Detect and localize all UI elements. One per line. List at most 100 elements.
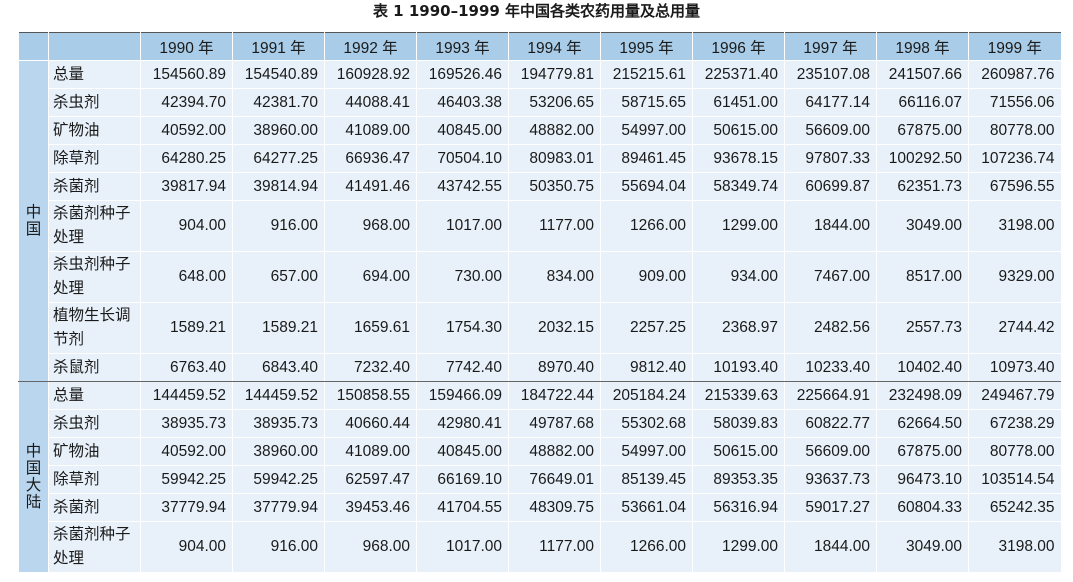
value-cell: 70504.10 xyxy=(416,144,509,173)
value-cell: 96473.10 xyxy=(876,465,969,494)
value-cell: 968.00 xyxy=(324,521,417,573)
value-cell: 7742.40 xyxy=(416,353,509,382)
value-cell: 60804.33 xyxy=(876,493,969,522)
value-cell: 80778.00 xyxy=(968,437,1061,466)
value-cell: 38960.00 xyxy=(232,116,325,145)
table-row: 杀菌剂种子处理 904.00 916.00 968.00 1017.00 1177.00 1… xyxy=(19,200,1061,252)
value-cell: 1299.00 xyxy=(692,200,785,252)
value-cell: 904.00 xyxy=(140,521,233,573)
value-cell: 694.00 xyxy=(324,251,417,303)
category-label: 总量 xyxy=(48,381,141,410)
group-mainland: 中国大陆 总量 144459.52 144459.52 150858.55 159466.… xyxy=(18,381,1061,573)
value-cell: 39453.46 xyxy=(324,493,417,522)
value-cell: 65242.35 xyxy=(968,493,1061,522)
value-cell: 61451.00 xyxy=(692,88,785,117)
value-cell: 42394.70 xyxy=(140,88,233,117)
value-cell: 1589.21 xyxy=(140,302,233,354)
table-row: 除草剂 64280.25 64277.25 66936.47 70504.10 80983… xyxy=(19,144,1061,173)
table-row: 中国 总量 154560.89 154540.89 160928.92 169526.46… xyxy=(18,60,1061,382)
value-cell: 66116.07 xyxy=(876,88,969,117)
value-cell: 40592.00 xyxy=(140,116,233,145)
value-cell: 54997.00 xyxy=(600,437,693,466)
value-cell: 38960.00 xyxy=(232,437,325,466)
value-cell: 40660.44 xyxy=(324,409,417,438)
table-row: 杀虫剂 38935.73 38935.73 40660.44 42980.41 49787… xyxy=(19,409,1061,438)
value-cell: 909.00 xyxy=(600,251,693,303)
value-cell: 150858.55 xyxy=(324,381,417,410)
value-cell: 10973.40 xyxy=(968,353,1061,382)
value-cell: 10193.40 xyxy=(692,353,785,382)
year-header: 1994 年 xyxy=(508,32,601,61)
value-cell: 160928.92 xyxy=(324,60,417,89)
year-header: 1996 年 xyxy=(692,32,785,61)
value-cell: 58715.65 xyxy=(600,88,693,117)
value-cell: 249467.79 xyxy=(968,381,1061,410)
value-cell: 241507.66 xyxy=(876,60,969,89)
value-cell: 657.00 xyxy=(232,251,325,303)
value-cell: 235107.08 xyxy=(784,60,877,89)
value-cell: 215339.63 xyxy=(692,381,785,410)
category-label: 杀虫剂 xyxy=(48,409,141,438)
header-blank-region xyxy=(18,32,49,61)
value-cell: 8517.00 xyxy=(876,251,969,303)
value-cell: 154560.89 xyxy=(140,60,233,89)
category-label: 杀菌剂种子处理 xyxy=(48,521,141,573)
value-cell: 89353.35 xyxy=(692,465,785,494)
value-cell: 37779.94 xyxy=(140,493,233,522)
value-cell: 225371.40 xyxy=(692,60,785,89)
value-cell: 6843.40 xyxy=(232,353,325,382)
value-cell: 144459.52 xyxy=(232,381,325,410)
value-cell: 1754.30 xyxy=(416,302,509,354)
value-cell: 53661.04 xyxy=(600,493,693,522)
value-cell: 42980.41 xyxy=(416,409,509,438)
value-cell: 64280.25 xyxy=(140,144,233,173)
value-cell: 1017.00 xyxy=(416,200,509,252)
value-cell: 59942.25 xyxy=(140,465,233,494)
value-cell: 1266.00 xyxy=(600,200,693,252)
value-cell: 50615.00 xyxy=(692,116,785,145)
region-label: 中国 xyxy=(18,60,49,382)
category-label: 杀菌剂种子处理 xyxy=(48,200,141,252)
value-cell: 154540.89 xyxy=(232,60,325,89)
year-header: 1995 年 xyxy=(600,32,693,61)
value-cell: 205184.24 xyxy=(600,381,693,410)
value-cell: 648.00 xyxy=(140,251,233,303)
table-title: 表 1 1990–1999 年中国各类农药用量及总用量 xyxy=(372,2,701,20)
value-cell: 834.00 xyxy=(508,251,601,303)
year-header: 1997 年 xyxy=(784,32,877,61)
value-cell: 64177.14 xyxy=(784,88,877,117)
value-cell: 194779.81 xyxy=(508,60,601,89)
value-cell: 59017.27 xyxy=(784,493,877,522)
table-row: 中国大陆 总量 144459.52 144459.52 150858.55 159466.… xyxy=(18,381,1061,573)
value-cell: 54997.00 xyxy=(600,116,693,145)
year-header: 1993 年 xyxy=(416,32,509,61)
value-cell: 100292.50 xyxy=(876,144,969,173)
value-cell: 904.00 xyxy=(140,200,233,252)
table-row: 杀虫剂种子处理 648.00 657.00 694.00 730.00 834.00 909… xyxy=(19,251,1061,303)
value-cell: 2032.15 xyxy=(508,302,601,354)
value-cell: 41089.00 xyxy=(324,437,417,466)
value-cell: 64277.25 xyxy=(232,144,325,173)
value-cell: 50350.75 xyxy=(508,172,601,201)
value-cell: 1844.00 xyxy=(784,521,877,573)
category-label: 矿物油 xyxy=(48,116,141,145)
value-cell: 66936.47 xyxy=(324,144,417,173)
value-cell: 56609.00 xyxy=(784,116,877,145)
year-header: 1991 年 xyxy=(232,32,325,61)
value-cell: 3198.00 xyxy=(968,200,1061,252)
value-cell: 38935.73 xyxy=(140,409,233,438)
value-cell: 225664.91 xyxy=(784,381,877,410)
value-cell: 46403.38 xyxy=(416,88,509,117)
value-cell: 144459.52 xyxy=(140,381,233,410)
value-cell: 232498.09 xyxy=(876,381,969,410)
category-label: 总量 xyxy=(48,60,141,89)
value-cell: 10233.40 xyxy=(784,353,877,382)
value-cell: 80778.00 xyxy=(968,116,1061,145)
value-cell: 2257.25 xyxy=(600,302,693,354)
category-label: 矿物油 xyxy=(48,437,141,466)
value-cell: 40592.00 xyxy=(140,437,233,466)
value-cell: 916.00 xyxy=(232,521,325,573)
value-cell: 62597.47 xyxy=(324,465,417,494)
table-row: 杀菌剂 39817.94 39814.94 41491.46 43742.55 50350… xyxy=(19,172,1061,201)
table-row: 杀虫剂 42394.70 42381.70 44088.41 46403.38 53206… xyxy=(19,88,1061,117)
